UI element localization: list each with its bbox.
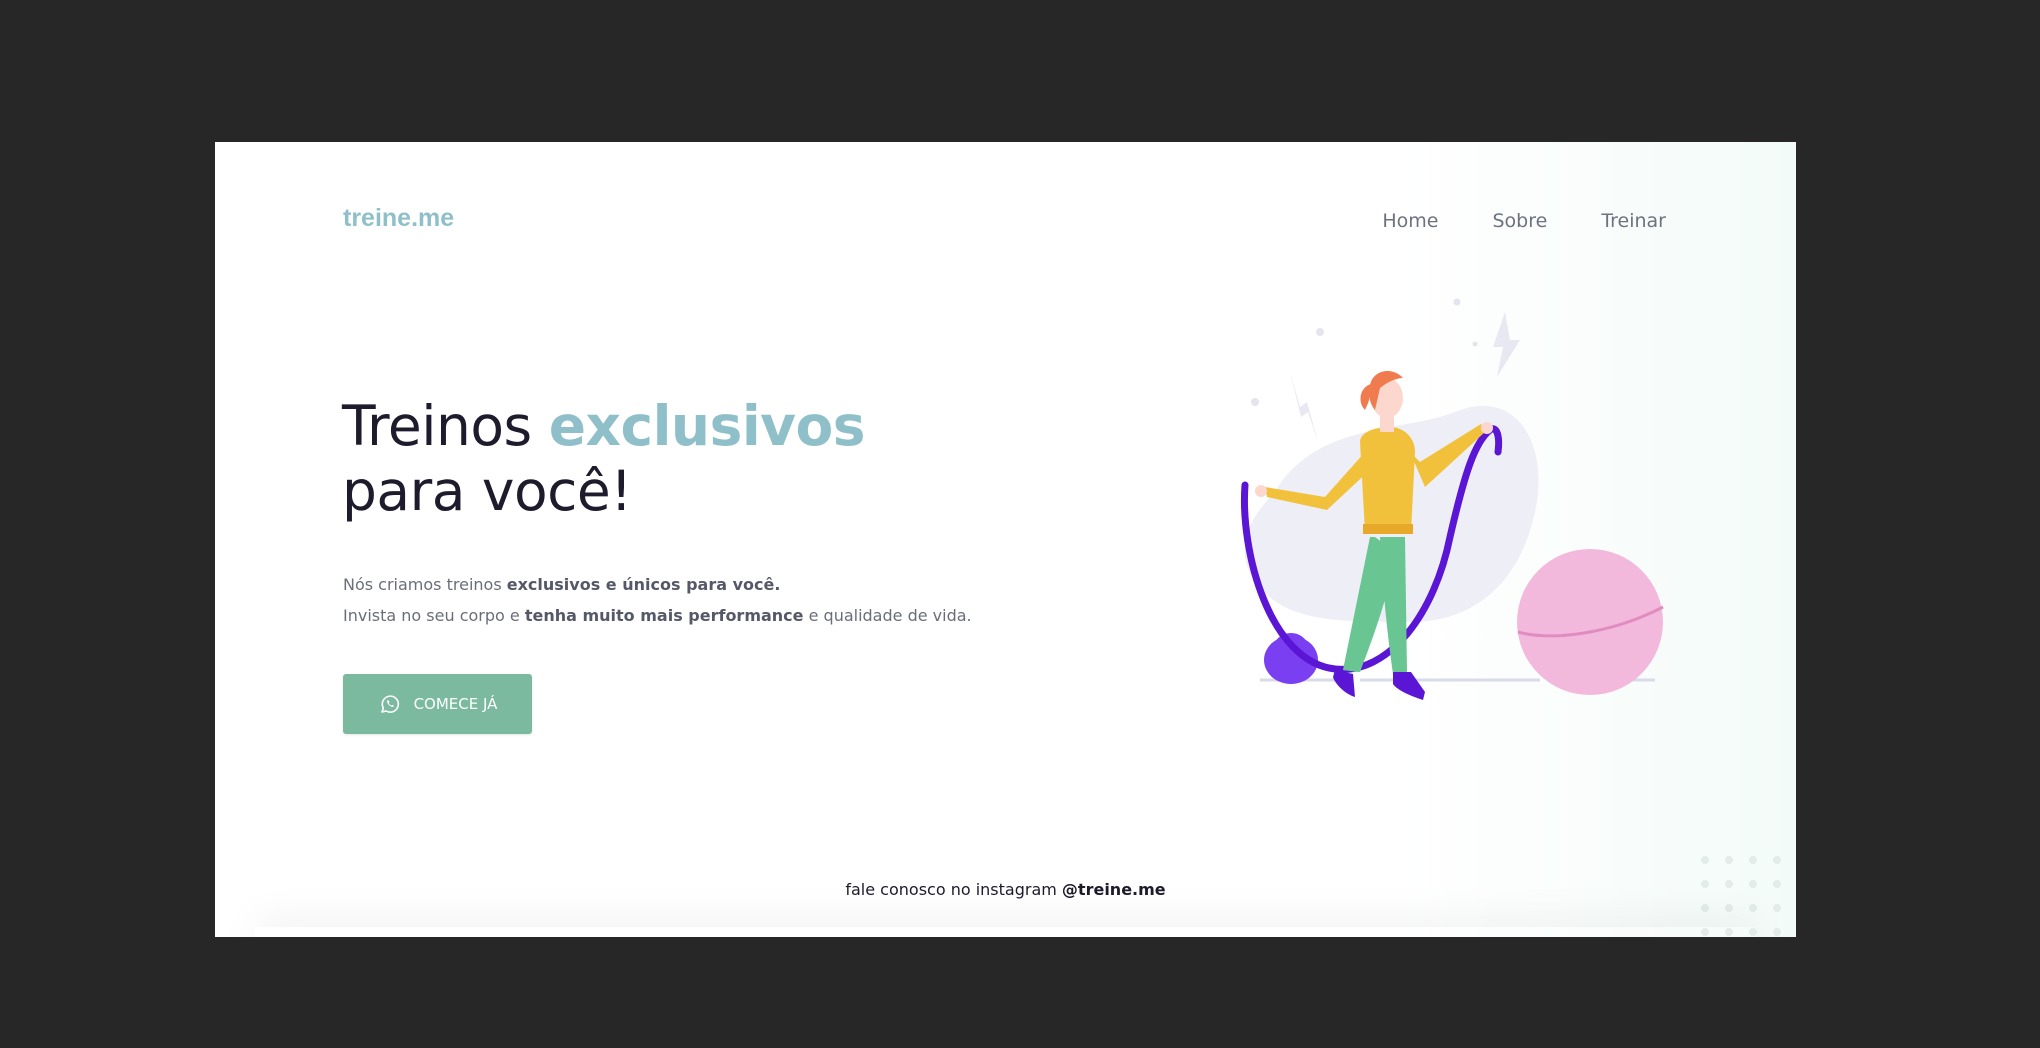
lightning-right-icon (1493, 312, 1520, 377)
nav-sobre[interactable]: Sobre (1492, 210, 1547, 232)
whatsapp-icon (380, 695, 399, 713)
desc-line2-bold: tenha muito mais performance (524, 606, 804, 625)
start-now-button[interactable]: COMECE JÁ (343, 674, 532, 734)
headline-part2: para você! (342, 459, 632, 523)
nav-home[interactable]: Home (1382, 210, 1438, 232)
landing-page: treine.me Home Sobre Treinar Treinos exc… (215, 142, 1796, 937)
lightning-left-icon (1290, 372, 1318, 442)
footer-contact: fale conosco no instagram @treine.me (215, 880, 1796, 899)
instagram-handle[interactable]: @treine.me (1062, 880, 1166, 899)
exercise-ball-icon (1517, 549, 1664, 695)
logo[interactable]: treine.me (343, 204, 454, 233)
hero-description: Nós criamos treinos exclusivos e únicos … (343, 569, 972, 631)
desc-line2-text-b: e qualidade de vida. (803, 606, 972, 625)
desc-line1-text: Nós criamos treinos (343, 575, 507, 594)
footer-text: fale conosco no instagram (845, 880, 1062, 899)
main-nav: Home Sobre Treinar (1382, 210, 1666, 232)
headline-part1: Treinos (342, 394, 549, 458)
desc-line2-text-a: Invista no seu corpo e (343, 606, 525, 625)
nav-treinar[interactable]: Treinar (1601, 210, 1666, 232)
desc-line1-bold: exclusivos e únicos para você. (506, 575, 781, 594)
start-now-label: COMECE JÁ (413, 695, 498, 713)
hero-headline: Treinos exclusivos para você! (342, 394, 866, 524)
fitness-illustration (1240, 298, 1664, 700)
bottom-shadow (255, 927, 1756, 937)
headline-accent: exclusivos (548, 394, 866, 458)
